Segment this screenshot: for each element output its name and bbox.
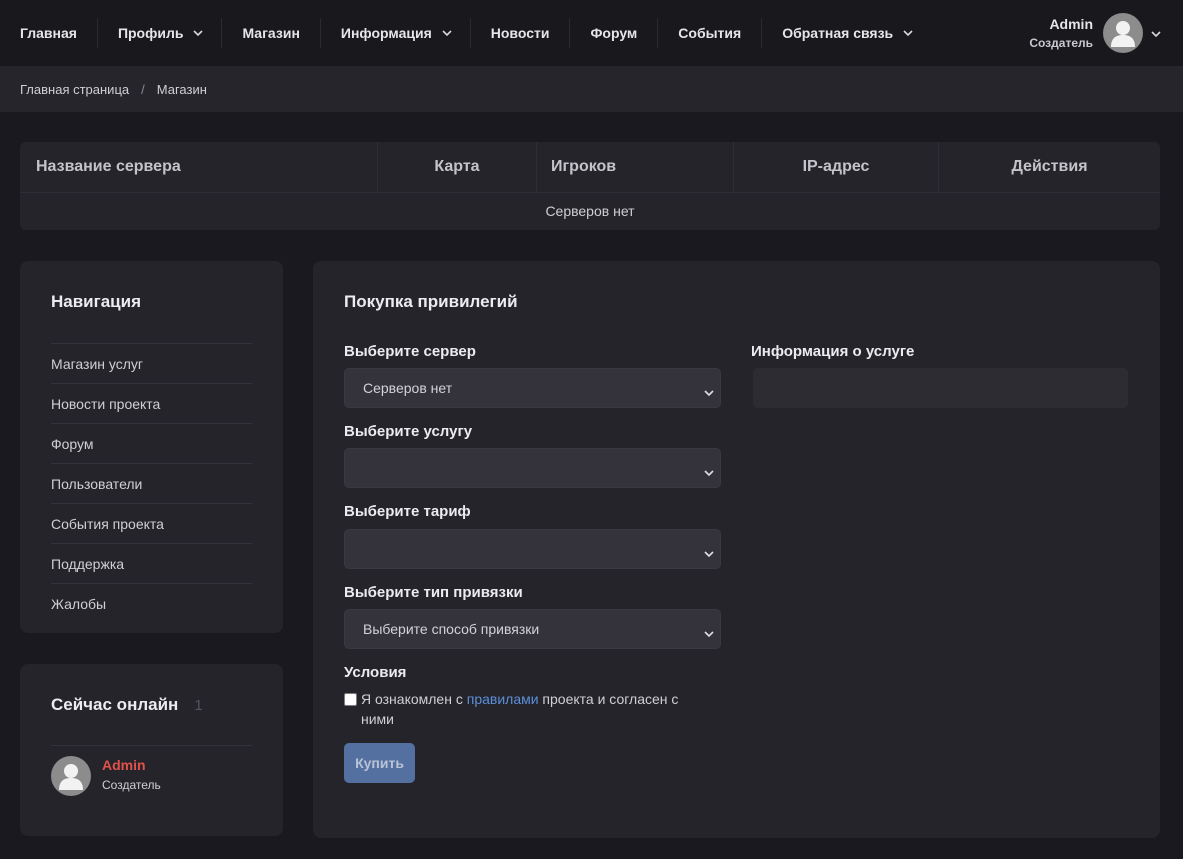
breadcrumb-current: Магазин [156, 81, 207, 97]
nav-item-forum[interactable]: Форум [570, 18, 657, 48]
nav-label: Форум [590, 25, 638, 41]
column-header-server-name: Название сервера [20, 142, 378, 192]
chevron-down-icon [193, 29, 204, 37]
service-info-label: Информация о услуге [751, 343, 915, 360]
table-header-row: Название сервера Карта Игроков IP-адрес … [20, 142, 1160, 193]
nav-item-profile[interactable]: Профиль [98, 18, 222, 48]
binding-label: Выберите тип привязки [344, 584, 523, 601]
column-header-actions: Действия [1011, 158, 1088, 175]
avatar[interactable] [51, 756, 91, 796]
online-count: 1 [194, 696, 203, 714]
sidebar-item-shop[interactable]: Магазин услуг [51, 343, 252, 383]
sidebar-item-events[interactable]: События проекта [51, 503, 252, 543]
buy-button[interactable]: Купить [344, 743, 415, 783]
sidebar-item-users[interactable]: Пользователи [51, 463, 252, 503]
online-card: Сейчас онлайн 1 Admin Создатель [20, 664, 283, 836]
sidebar-item-support[interactable]: Поддержка [51, 543, 252, 583]
chevron-down-icon [704, 625, 714, 641]
user-menu[interactable]: Admin Создатель [1029, 0, 1161, 66]
online-title: Сейчас онлайн [51, 695, 179, 714]
service-select[interactable] [344, 448, 721, 488]
user-info: Admin Создатель [1029, 14, 1093, 52]
rules-link[interactable]: правилами [467, 691, 539, 707]
server-table: Название сервера Карта Игроков IP-адрес … [20, 142, 1160, 230]
nav-item-info[interactable]: Информация [321, 18, 470, 48]
sidebar-item-complaints[interactable]: Жалобы [51, 583, 252, 623]
terms-label: Условия [344, 664, 407, 681]
online-user[interactable]: Admin Создатель [51, 756, 161, 796]
purchase-card: Покупка привилегий Выберите сервер Серве… [313, 261, 1160, 838]
divider [51, 745, 252, 746]
top-navbar: Главная Профиль Магазин Информация Новос… [0, 0, 1183, 66]
navigation-card: Навигация Магазин услуг Новости проекта … [20, 261, 283, 633]
column-header-ip: IP-адрес [734, 142, 939, 192]
terms-agreement: Я ознакомлен с правилами проекта и согла… [344, 689, 704, 729]
breadcrumb-separator: / [141, 81, 145, 97]
sidebar-item-forum[interactable]: Форум [51, 423, 252, 463]
terms-text-before: Я ознакомлен с [361, 691, 467, 707]
server-select-value: Серверов нет [363, 380, 453, 396]
nav-item-feedback[interactable]: Обратная связь [762, 18, 931, 48]
user-silhouette-icon [59, 764, 83, 790]
tariff-select[interactable] [344, 529, 721, 569]
service-info-box [753, 368, 1128, 408]
nav-label: Информация [340, 25, 432, 41]
main-menu: Главная Профиль Магазин Информация Новос… [0, 0, 931, 66]
user-silhouette-icon [1111, 21, 1135, 47]
nav-label: Магазин [242, 25, 300, 41]
chevron-down-icon [442, 29, 452, 37]
nav-item-home[interactable]: Главная [0, 18, 97, 48]
user-role: Создатель [1029, 36, 1093, 50]
nav-item-shop[interactable]: Магазин [222, 18, 319, 48]
sidebar-item-news[interactable]: Новости проекта [51, 383, 252, 423]
chevron-down-icon [704, 545, 714, 561]
binding-select[interactable]: Выберите способ привязки [344, 609, 721, 649]
nav-label: Главная [20, 25, 77, 41]
user-name: Admin [1049, 16, 1093, 32]
purchase-title: Покупка привилегий [344, 292, 518, 311]
online-user-name[interactable]: Admin [102, 756, 161, 774]
online-user-role: Создатель [102, 778, 161, 792]
chevron-down-icon[interactable] [1151, 25, 1161, 41]
nav-label: Обратная связь [782, 25, 894, 41]
nav-label: События [678, 25, 742, 41]
online-user-info: Admin Создатель [102, 756, 161, 796]
column-header-players: Игроков [537, 142, 734, 192]
navigation-title: Навигация [51, 292, 141, 311]
chevron-down-icon [704, 384, 714, 400]
nav-item-events[interactable]: События [658, 18, 761, 48]
chevron-down-icon [903, 29, 913, 37]
service-label: Выберите услугу [344, 423, 473, 440]
nav-label: Профиль [117, 25, 184, 41]
navigation-list: Магазин услуг Новости проекта Форум Поль… [51, 343, 252, 623]
avatar[interactable] [1103, 13, 1143, 53]
column-header-map: Карта [378, 142, 537, 192]
table-empty-row: Серверов нет [545, 203, 635, 219]
terms-checkbox[interactable] [344, 693, 357, 706]
terms-text: Я ознакомлен с правилами проекта и согла… [344, 689, 704, 729]
tariff-label: Выберите тариф [344, 503, 471, 520]
server-select[interactable]: Серверов нет [344, 368, 721, 408]
chevron-down-icon [704, 464, 714, 480]
binding-select-value: Выберите способ привязки [363, 621, 540, 637]
nav-label: Новости [490, 25, 550, 41]
breadcrumb: Главная страница / Магазин [0, 66, 1183, 112]
breadcrumb-home[interactable]: Главная страница [20, 82, 129, 97]
online-header: Сейчас онлайн 1 [51, 695, 203, 715]
server-label: Выберите сервер [344, 343, 476, 360]
nav-item-news[interactable]: Новости [471, 18, 570, 48]
